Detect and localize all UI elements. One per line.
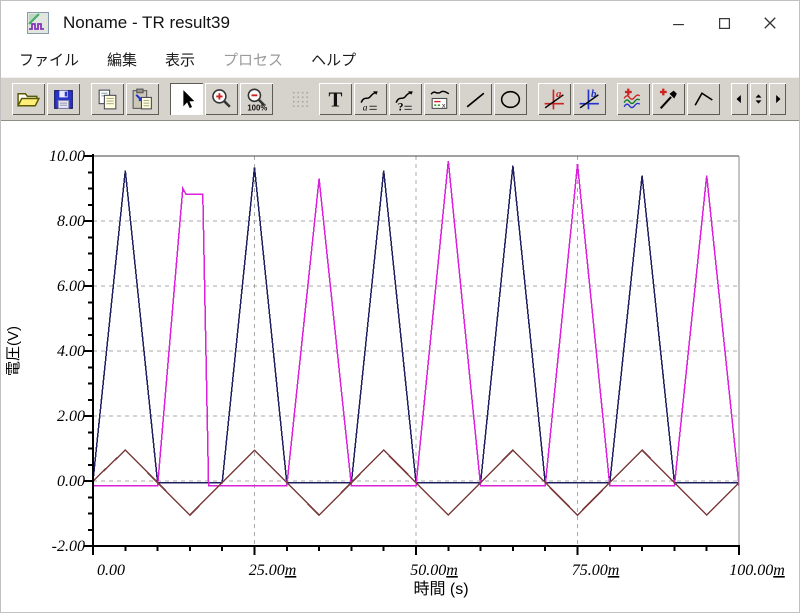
minimize-button[interactable] [655, 7, 701, 39]
zoom-in-button[interactable] [204, 82, 239, 116]
svg-text:a: a [556, 87, 562, 99]
y-tick-label: 8.00 [57, 213, 85, 230]
text-tool-icon: T [323, 87, 348, 112]
chart-area: -2.00 0.00 2.00 4.00 6.00 8.00 10.00 0.00 25.00m… [1, 121, 799, 613]
window-title: Noname - TR result39 [63, 13, 655, 33]
x-tick-label: 25.00m [249, 562, 297, 579]
cursor-a-button[interactable]: a [537, 82, 572, 116]
svg-text:x: x [442, 102, 446, 109]
dropper-plus-icon [656, 87, 681, 112]
curve-arrow-question-icon: ? [393, 87, 418, 112]
curve-legend-icon: x [428, 87, 453, 112]
svg-text:100%: 100% [247, 103, 267, 112]
triangle-left-icon [733, 88, 746, 110]
cursor-arrow-icon [174, 87, 199, 112]
menu-item-help[interactable]: ヘルプ [297, 45, 370, 77]
folder-open-icon [16, 87, 41, 112]
menu-item-view[interactable]: 表示 [151, 45, 209, 77]
grid-dots-icon [288, 87, 313, 112]
curve-label-a-button[interactable]: a [353, 82, 388, 116]
menu-item-file[interactable]: ファイル [5, 45, 93, 77]
spinner-up-down-icon [752, 88, 765, 110]
crosshair-a-icon: a [542, 87, 567, 112]
line-icon [463, 87, 488, 112]
triangle-right-icon [771, 88, 784, 110]
open-button[interactable] [11, 82, 46, 116]
magnifier-plus-icon [209, 87, 234, 112]
text-button[interactable]: T [318, 82, 353, 116]
y-tick-label: -2.00 [52, 538, 85, 555]
add-point-button[interactable] [651, 82, 686, 116]
draw-line-button[interactable] [458, 82, 493, 116]
x-axis-title: 時間 (s) [413, 580, 468, 598]
paste-button[interactable] [125, 82, 160, 116]
y-tick-label: 0.00 [57, 473, 85, 490]
svg-text:?: ? [398, 101, 404, 112]
angle-line-icon [691, 87, 716, 112]
copy-button[interactable] [90, 82, 125, 116]
angle-button[interactable] [686, 82, 721, 116]
svg-text:b: b [591, 87, 597, 99]
app-window: Noname - TR result39 ファイル編集表示プロセスヘルプ 100… [0, 0, 800, 613]
menu-item-edit[interactable]: 編集 [93, 45, 151, 77]
curve-arrow-a-icon: a [358, 87, 383, 112]
crosshair-b-icon: b [577, 87, 602, 112]
curve-label-auto-button[interactable]: ? [388, 82, 423, 116]
grid-button [283, 82, 318, 116]
draw-ellipse-button[interactable] [493, 82, 528, 116]
page-spin-button[interactable] [749, 82, 768, 116]
legend-button[interactable]: x [423, 82, 458, 116]
svg-text:a: a [363, 103, 368, 112]
x-tick-label: 50.00m [410, 562, 458, 579]
chart-canvas: -2.00 0.00 2.00 4.00 6.00 8.00 10.00 0.00 25.00m… [1, 121, 800, 613]
y-tick-label: 10.00 [49, 148, 85, 165]
waveform-app-icon [27, 12, 49, 34]
save-floppy-icon [51, 87, 76, 112]
menu-item-process: プロセス [209, 45, 297, 77]
magnifier-minus-icon: 100% [244, 87, 269, 112]
x-tick-label: 75.00m [572, 562, 620, 579]
maximize-icon [718, 17, 731, 30]
svg-text:T: T [329, 87, 343, 111]
add-curves-button[interactable] [616, 82, 651, 116]
copy-icon [95, 87, 120, 112]
page-prev-button[interactable] [730, 82, 749, 116]
save-button[interactable] [46, 82, 81, 116]
title-bar: Noname - TR result39 [1, 1, 799, 45]
cursor-b-button[interactable]: b [572, 82, 607, 116]
y-axis-title: 電圧(V) [5, 326, 22, 376]
waves-plus-icon [621, 87, 646, 112]
y-tick-label: 4.00 [57, 343, 85, 360]
y-tick-label: 6.00 [57, 278, 85, 295]
maximize-button[interactable] [701, 7, 747, 39]
y-tick-label: 2.00 [57, 408, 85, 425]
select-button[interactable] [169, 82, 204, 116]
toolbar: 100% Ta? x a b [1, 77, 799, 121]
close-icon [763, 16, 777, 30]
ellipse-icon [498, 87, 523, 112]
close-button[interactable] [747, 7, 793, 39]
minimize-icon [672, 17, 685, 30]
zoom-100-button[interactable]: 100% [239, 82, 274, 116]
menu-bar: ファイル編集表示プロセスヘルプ [1, 45, 799, 77]
x-tick-label: 0.00 [97, 562, 125, 579]
page-next-button[interactable] [768, 82, 787, 116]
paste-icon [130, 87, 155, 112]
x-tick-label: 100.00m [729, 562, 785, 579]
